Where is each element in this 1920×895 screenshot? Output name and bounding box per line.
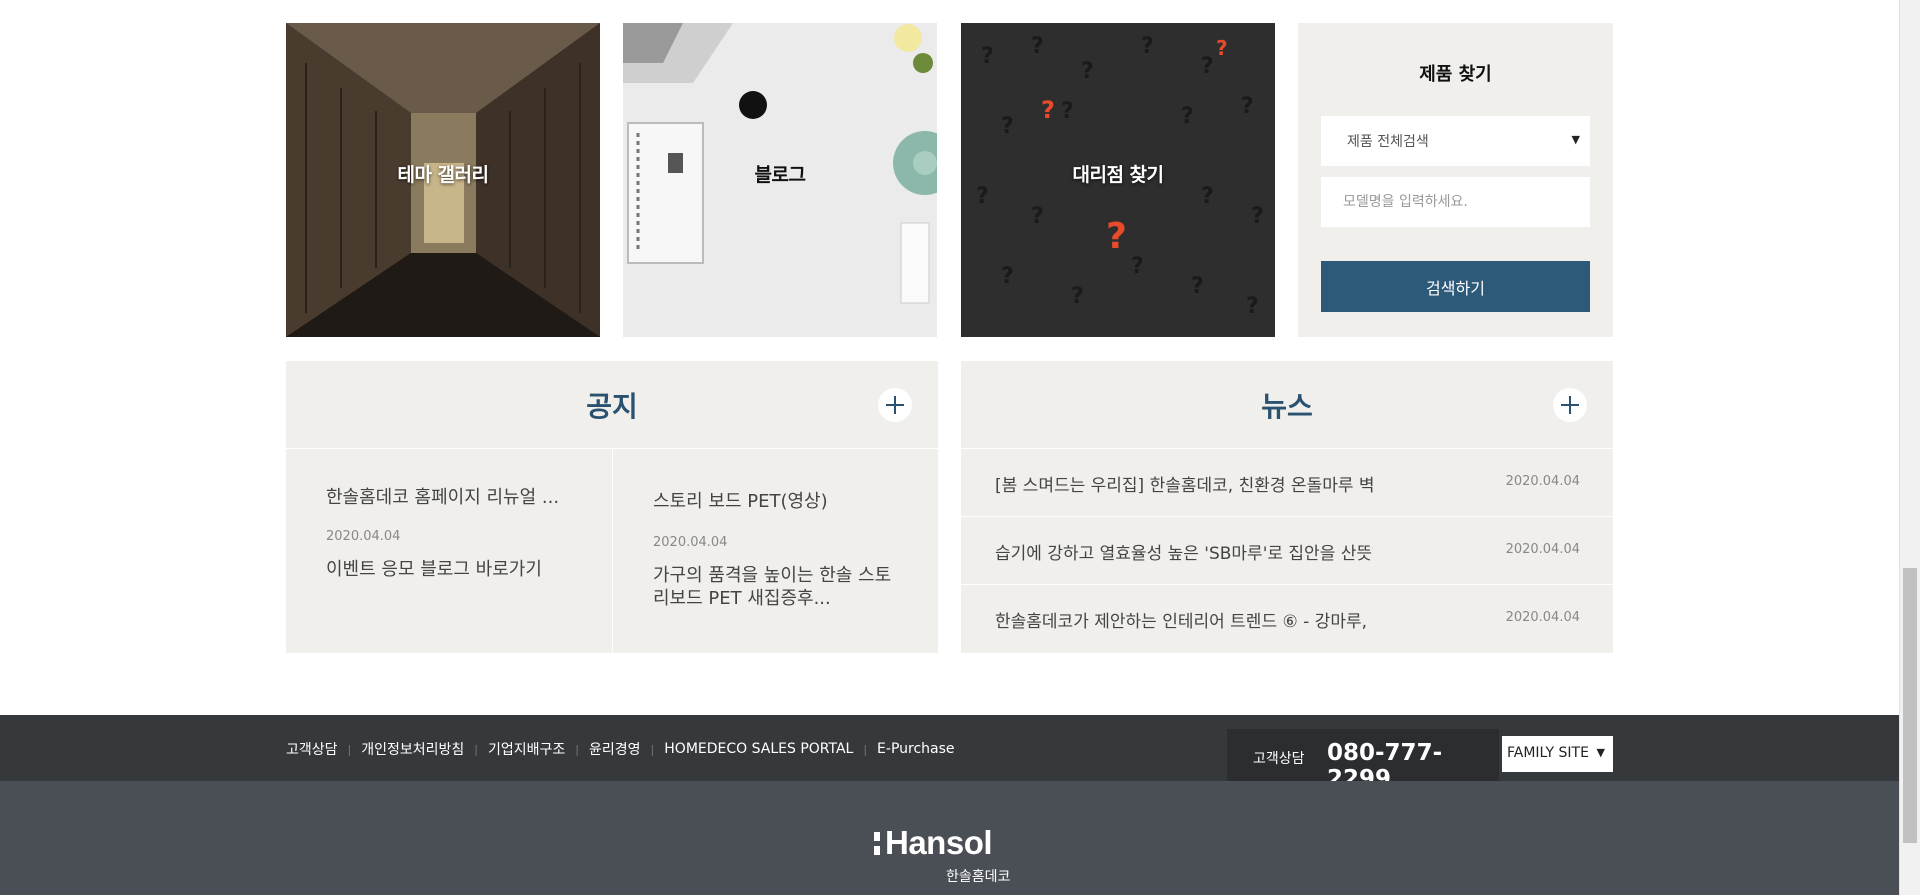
svg-text:?: ? [1216,36,1228,60]
hansol-logo[interactable]: Hansol 한솔홈데코 [874,824,1010,885]
news-item-title[interactable]: [봄 스며드는 우리집] 한솔홈데코, 친환경 온돌마루 벽지 [995,471,1373,496]
news-item-date: 2020.04.04 [1505,610,1580,625]
scrollbar-thumb[interactable] [1903,568,1917,843]
logo-wordmark: Hansol [874,824,993,862]
news-item-date: 2020.04.04 [1505,474,1580,489]
search-button[interactable]: 검색하기 [1321,261,1590,312]
footer-bottom: Hansol 한솔홈데코 [0,781,1899,895]
news-item-title[interactable]: 한솔홈데코가 제안하는 인테리어 트렌드 ⑥ - 강마루, 프 [995,607,1373,632]
news-list: [봄 스며드는 우리집] 한솔홈데코, 친환경 온돌마루 벽지 2020.04.… [961,449,1613,653]
notice-item-subtitle[interactable]: 가구의 품격을 높이는 한솔 스토리보드 PET 새집증후... [653,564,893,610]
product-search-title: 제품 찾기 [1419,64,1492,85]
vertical-scrollbar[interactable] [1899,0,1920,895]
notice-title: 공지 [586,390,638,423]
notice-columns: 한솔홈데코 홈페이지 리뉴얼 ... 2020.04.04 이벤트 응모 블로그… [286,449,938,653]
divider: | [575,742,580,756]
news-item[interactable]: 습기에 강하고 열효율성 높은 'SB마루'로 집안을 산뜻하게 2020.04… [961,517,1613,585]
select-value: 제품 전체검색 [1347,134,1429,150]
divider: | [863,742,868,756]
svg-text:?: ? [976,184,989,209]
footer-link-governance[interactable]: 기업지배구조 [488,739,565,759]
family-site-label: FAMILY SITE [1507,745,1589,761]
news-item[interactable]: 한솔홈데코가 제안하는 인테리어 트렌드 ⑥ - 강마루, 프 2020.04.… [961,585,1613,653]
svg-text:?: ? [1191,274,1204,299]
news-panel: 뉴스 [봄 스며드는 우리집] 한솔홈데코, 친환경 온돌마루 벽지 2020.… [961,361,1613,653]
notice-item-title[interactable]: 한솔홈데코 홈페이지 리뉴얼 ... [326,486,566,509]
logo-text: Hansol [885,824,993,861]
svg-text:?: ? [1031,34,1044,59]
tile-label: 블로그 [754,164,806,186]
logo-mark-icon [874,831,880,855]
model-name-input[interactable] [1321,177,1590,227]
page: 테마 갤러리 블로그 ????? ???? ???? ????? ? ? ? 대… [0,0,1899,895]
footer-link-sales-portal[interactable]: HOMEDECO SALES PORTAL [664,741,853,757]
svg-text:?: ? [1106,216,1127,257]
notice-item[interactable]: 스토리 보드 PET(영상) 2020.04.04 가구의 품격을 높이는 한솔… [612,449,938,653]
news-header: 뉴스 [961,361,1613,449]
divider: | [474,742,479,756]
svg-text:?: ? [1251,204,1264,229]
footer-link-ethics[interactable]: 윤리경영 [589,739,641,759]
news-title: 뉴스 [1261,390,1313,423]
svg-text:?: ? [1201,54,1214,79]
product-search-box: 제품 찾기 제품 전체검색 ▼ 검색하기 [1298,23,1613,337]
svg-text:?: ? [1061,99,1074,124]
customer-service-label: 고객상담 [1253,751,1305,767]
svg-text:?: ? [1131,254,1144,279]
svg-text:?: ? [1081,59,1094,84]
svg-text:?: ? [1041,96,1055,124]
svg-text:?: ? [1181,104,1194,129]
tile-label: 테마 갤러리 [397,164,489,186]
product-category-select[interactable]: 제품 전체검색 ▼ [1321,116,1590,166]
notice-item[interactable]: 한솔홈데코 홈페이지 리뉴얼 ... 2020.04.04 이벤트 응모 블로그… [286,449,612,653]
svg-text:?: ? [1246,294,1259,319]
dropdown-arrow-icon: ▼ [1571,133,1580,146]
footer-links: 고객상담 | 개인정보처리방침 | 기업지배구조 | 윤리경영 | HOMEDE… [286,739,955,759]
footer-top-bar: 고객상담 | 개인정보처리방침 | 기업지배구조 | 윤리경영 | HOMEDE… [0,715,1899,792]
notice-header: 공지 [286,361,938,449]
news-more-plus-icon[interactable] [1553,388,1587,422]
tile-blog[interactable]: 블로그 [623,23,937,337]
notice-more-plus-icon[interactable] [878,388,912,422]
dropdown-arrow-icon: ▼ [1596,746,1605,759]
tile-label: 대리점 찾기 [1072,164,1164,186]
notice-item-subtitle[interactable]: 이벤트 응모 블로그 바로가기 [326,558,566,581]
notice-item-title[interactable]: 스토리 보드 PET(영상) [653,490,893,513]
tile-dealer-finder[interactable]: ????? ???? ???? ????? ? ? ? 대리점 찾기 [961,23,1275,337]
logo-subtitle: 한솔홈데코 [946,869,1011,885]
footer-link-e-purchase[interactable]: E-Purchase [877,741,954,757]
svg-text:?: ? [981,44,994,69]
divider: | [650,742,655,756]
svg-text:?: ? [1141,34,1154,59]
divider: | [347,742,352,756]
svg-text:?: ? [1031,204,1044,229]
customer-service-box: 고객상담 080-777-2299 [1227,729,1499,792]
svg-text:?: ? [1201,184,1214,209]
notice-panel: 공지 한솔홈데코 홈페이지 리뉴얼 ... 2020.04.04 이벤트 응모 … [286,361,938,653]
family-site-select[interactable]: FAMILY SITE ▼ [1502,736,1613,772]
svg-text:?: ? [1071,284,1084,309]
svg-text:?: ? [1241,94,1254,119]
notice-item-date: 2020.04.04 [653,535,728,550]
footer-link-privacy-policy[interactable]: 개인정보처리방침 [361,739,464,759]
news-item-date: 2020.04.04 [1505,542,1580,557]
svg-text:?: ? [1001,264,1014,289]
svg-text:?: ? [1001,114,1014,139]
tile-theme-gallery[interactable]: 테마 갤러리 [286,23,600,337]
news-item[interactable]: [봄 스며드는 우리집] 한솔홈데코, 친환경 온돌마루 벽지 2020.04.… [961,449,1613,517]
news-item-title[interactable]: 습기에 강하고 열효율성 높은 'SB마루'로 집안을 산뜻하게 [995,539,1373,564]
notice-item-date: 2020.04.04 [326,529,401,544]
footer-link-customer-service[interactable]: 고객상담 [286,739,338,759]
